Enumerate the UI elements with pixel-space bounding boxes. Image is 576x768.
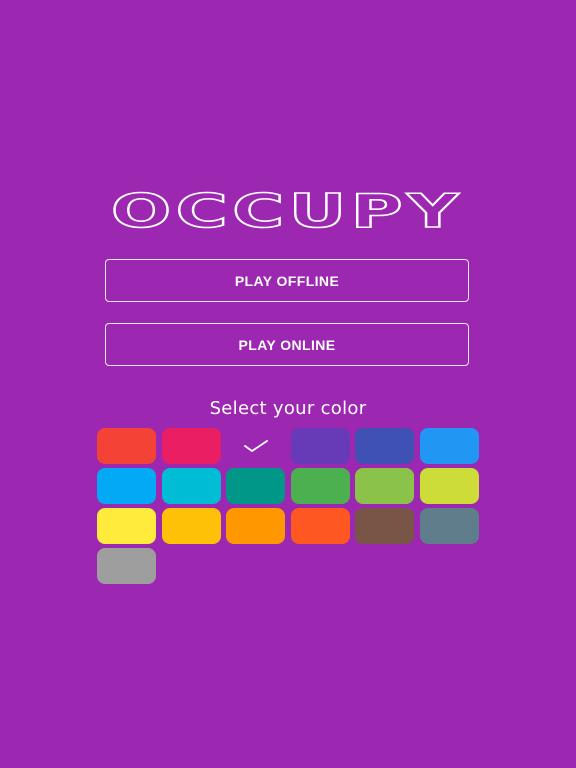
select-color-label: Select your color (209, 398, 367, 419)
color-swatch-grey[interactable] (97, 548, 156, 584)
color-swatch-green[interactable] (290, 468, 350, 504)
color-swatch-red[interactable] (97, 428, 156, 464)
play-online-label: PLAY ONLINE (238, 336, 336, 353)
color-swatch-blue[interactable] (419, 428, 479, 464)
color-swatch-deep-orange[interactable] (290, 508, 350, 544)
color-swatch-orange[interactable] (226, 508, 285, 544)
play-offline-label: PLAY OFFLINE (234, 272, 340, 289)
play-online-button[interactable]: PLAY ONLINE (105, 323, 469, 366)
app-logo: OCCUPY (108, 190, 466, 234)
check-icon (243, 440, 268, 452)
color-swatch-teal[interactable] (226, 468, 285, 504)
app-screen: OCCUPY PLAY OFFLINE PLAY ONLINE Select y… (0, 0, 576, 768)
color-swatch-pink[interactable] (161, 428, 221, 464)
color-swatch-grid (97, 428, 480, 584)
color-swatch-deep-purple[interactable] (290, 428, 350, 464)
color-swatch-purple[interactable] (226, 428, 285, 464)
color-swatch-light-green[interactable] (355, 468, 414, 504)
color-swatch-indigo[interactable] (355, 428, 414, 464)
color-swatch-cyan[interactable] (161, 468, 221, 504)
color-swatch-lime[interactable] (419, 468, 479, 504)
color-swatch-light-blue[interactable] (97, 468, 156, 504)
color-swatch-brown[interactable] (355, 508, 414, 544)
app-title: OCCUPY (111, 190, 463, 234)
color-swatch-blue-grey[interactable] (419, 508, 479, 544)
color-swatch-yellow[interactable] (97, 508, 156, 544)
color-swatch-amber[interactable] (161, 508, 221, 544)
play-offline-button[interactable]: PLAY OFFLINE (105, 259, 469, 302)
